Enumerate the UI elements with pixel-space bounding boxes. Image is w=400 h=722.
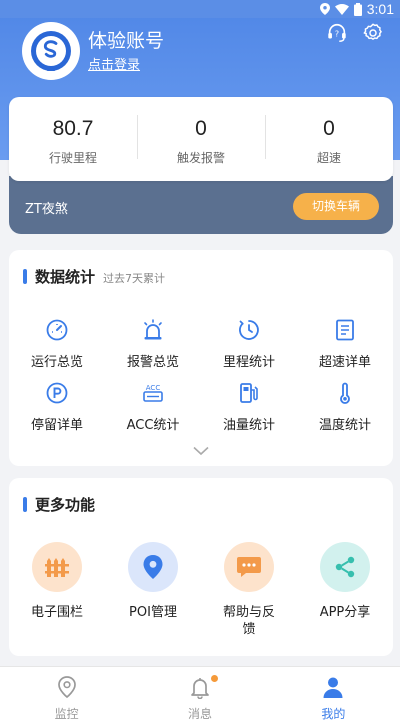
- stat-mileage[interactable]: 80.7 行驶里程: [9, 97, 137, 181]
- location-pin-icon: [143, 555, 163, 579]
- feature-icon-bg: [32, 542, 82, 592]
- grid-item-fuel-stats[interactable]: 油量统计: [201, 381, 297, 433]
- feature-icon-bg: [320, 542, 370, 592]
- section-title: 更多功能: [35, 496, 96, 514]
- wifi-icon: [334, 3, 349, 15]
- stat-label: 超速: [316, 151, 341, 165]
- stat-label: 行驶里程: [48, 151, 97, 165]
- alarm-light-icon: [144, 319, 162, 340]
- settings-icon[interactable]: [362, 22, 384, 44]
- grid-item-label: ACC统计: [126, 418, 180, 433]
- avatar[interactable]: [22, 22, 80, 80]
- more-features-card: 更多功能 电子围栏 POI管理 帮助与反馈 APP分享: [9, 478, 393, 656]
- customer-service-icon[interactable]: ?: [326, 22, 348, 44]
- vehicle-name: ZT夜煞: [25, 202, 68, 217]
- stat-value: 80.7: [52, 117, 94, 140]
- section-marker: [23, 497, 27, 512]
- status-time: 3:01: [366, 1, 394, 17]
- svg-text:?: ?: [335, 29, 339, 39]
- fuel-pump-icon: [240, 383, 258, 403]
- grid-item-label: 运行总览: [30, 355, 83, 370]
- feature-help-feedback[interactable]: 帮助与反馈: [201, 542, 297, 638]
- grid-item-run-overview[interactable]: 运行总览: [9, 318, 105, 370]
- chat-bubble-icon: [237, 557, 261, 577]
- stat-overspeed[interactable]: 0 超速: [265, 97, 393, 181]
- stats-card: 80.7 行驶里程 0 触发报警 0 超速: [9, 97, 393, 181]
- section-title: 数据统计: [35, 268, 96, 286]
- tab-mine[interactable]: 我的: [267, 667, 400, 722]
- tab-label: 消息: [187, 707, 212, 721]
- clock-icon: [239, 320, 259, 340]
- data-stats-header: 数据统计 过去7天累计: [23, 266, 165, 287]
- parking-icon: [46, 382, 68, 404]
- tab-monitor[interactable]: 监控: [0, 667, 133, 722]
- feature-geofence[interactable]: 电子围栏: [9, 542, 105, 621]
- svg-text:ACC: ACC: [146, 384, 161, 392]
- battery-icon: [353, 2, 362, 16]
- app-logo-icon: [31, 31, 71, 71]
- grid-item-label: 超速详单: [318, 355, 371, 370]
- feature-poi-management[interactable]: POI管理: [105, 542, 201, 621]
- share-icon: [335, 556, 355, 578]
- feature-label: POI管理: [129, 605, 177, 620]
- feature-label: 电子围栏: [31, 605, 84, 620]
- location-status-icon: [319, 3, 330, 15]
- unread-badge: [211, 675, 219, 682]
- stat-alarms[interactable]: 0 触发报警: [137, 97, 265, 181]
- grid-item-label: 报警总览: [126, 355, 179, 370]
- feature-icon-bg: [128, 542, 178, 592]
- feature-label: 帮助与反馈: [223, 605, 276, 637]
- feature-label: APP分享: [319, 605, 371, 620]
- grid-item-stay-detail[interactable]: 停留详单: [9, 381, 105, 433]
- vehicle-bar: ZT夜煞 切换车辆: [9, 176, 393, 234]
- section-marker: [23, 269, 27, 284]
- switch-vehicle-button[interactable]: 切换车辆: [293, 193, 379, 220]
- location-outline-icon: [57, 676, 76, 699]
- grid-item-label: 里程统计: [222, 355, 275, 370]
- grid-item-label: 停留详单: [30, 418, 83, 433]
- chevron-down-icon[interactable]: [193, 446, 209, 456]
- login-link[interactable]: 点击登录: [88, 54, 140, 73]
- section-subtitle: 过去7天累计: [103, 272, 166, 285]
- feature-icon-bg: [224, 542, 274, 592]
- data-stats-card: 数据统计 过去7天累计 运行总览 报警总览 里程统计 超速详单 停留详单 ACC…: [9, 250, 393, 466]
- stat-label: 触发报警: [176, 151, 225, 165]
- stat-value: 0: [323, 117, 335, 140]
- speedometer-icon: [46, 319, 68, 341]
- person-icon: [323, 677, 343, 698]
- tab-label: 监控: [54, 707, 79, 721]
- status-bar: 3:01: [0, 0, 400, 18]
- feature-app-share[interactable]: APP分享: [297, 542, 393, 621]
- tab-messages[interactable]: 消息: [133, 667, 266, 722]
- grid-item-acc-stats[interactable]: ACC ACC统计: [105, 381, 201, 433]
- report-icon: [336, 319, 354, 341]
- bottom-tab-bar: 监控 消息 我的: [0, 666, 400, 722]
- grid-item-mileage-stats[interactable]: 里程统计: [201, 318, 297, 370]
- more-features-header: 更多功能: [23, 494, 95, 515]
- grid-item-alarm-overview[interactable]: 报警总览: [105, 318, 201, 370]
- stat-value: 0: [195, 117, 207, 140]
- username: 体验账号: [88, 30, 165, 52]
- grid-item-temperature-stats[interactable]: 温度统计: [297, 381, 393, 433]
- grid-item-overspeed-detail[interactable]: 超速详单: [297, 318, 393, 370]
- acc-icon: ACC: [143, 384, 163, 402]
- tab-label: 我的: [321, 707, 346, 721]
- grid-item-label: 油量统计: [222, 418, 275, 433]
- thermometer-icon: [340, 382, 350, 404]
- fence-icon: [45, 558, 69, 577]
- bell-icon: [191, 678, 209, 700]
- grid-item-label: 温度统计: [318, 418, 371, 433]
